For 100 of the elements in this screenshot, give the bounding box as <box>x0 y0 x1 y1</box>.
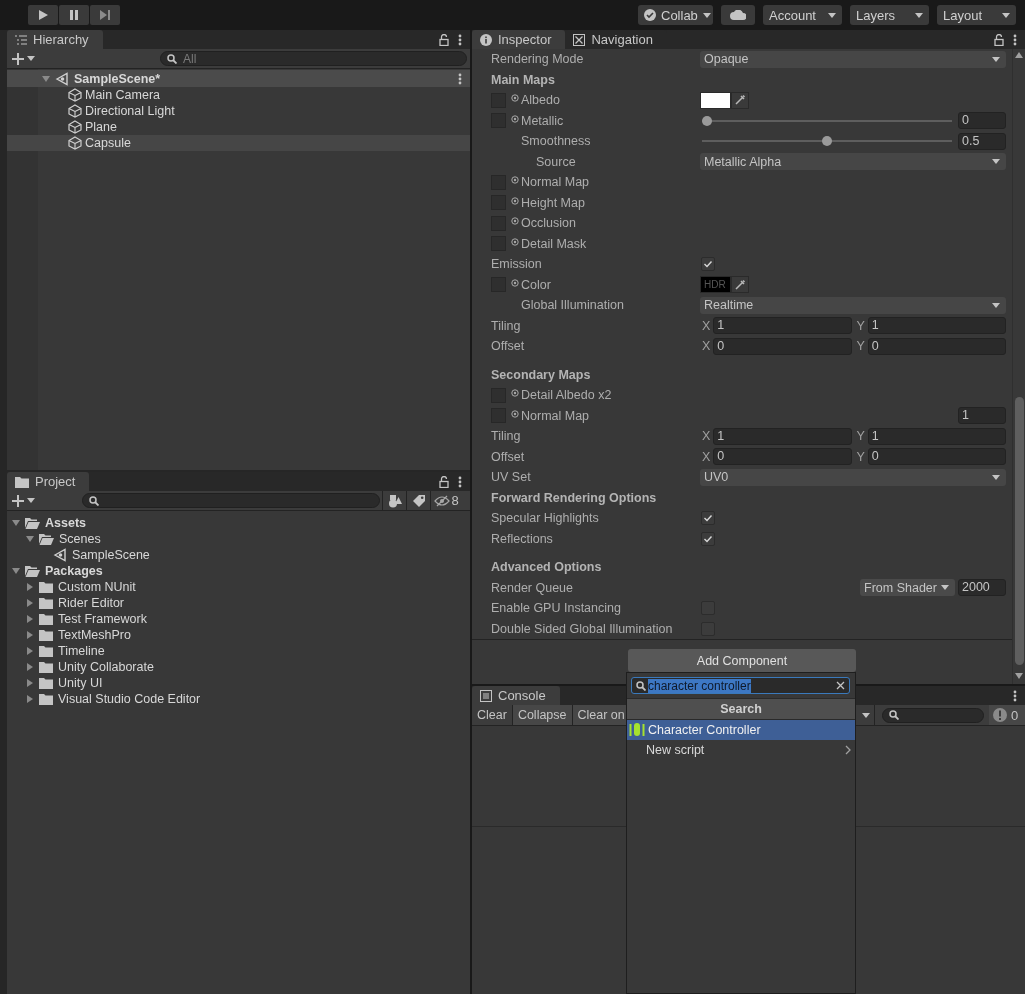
number-field[interactable]: 1 <box>867 317 1006 335</box>
scrollbar[interactable] <box>1012 49 1025 684</box>
step-button[interactable] <box>90 5 120 25</box>
number-field[interactable]: 1 <box>713 317 852 335</box>
panel-tab[interactable]: Inspector <box>472 30 566 49</box>
panel-tab[interactable]: Project <box>7 472 90 491</box>
toolbar-dropdown[interactable]: Layers <box>850 5 929 25</box>
dropdown[interactable]: Opaque <box>700 50 1006 68</box>
number-field[interactable]: 0.5 <box>958 132 1006 150</box>
toolbar-dropdown[interactable]: Account <box>763 5 842 25</box>
search-field[interactable]: character controller <box>631 677 850 694</box>
object-picker-icon[interactable] <box>511 409 519 418</box>
panel-tab[interactable]: Hierarchy <box>7 30 103 49</box>
dropdown[interactable]: Realtime <box>700 296 1006 314</box>
tree-item[interactable]: Timeline <box>7 643 470 659</box>
number-field[interactable]: 1 <box>958 407 1006 425</box>
more-icon[interactable] <box>458 33 462 46</box>
expand-arrow[interactable] <box>26 535 34 543</box>
more-icon[interactable] <box>1013 33 1017 46</box>
toggle-button[interactable]: Collapse <box>512 705 573 725</box>
lock-icon[interactable] <box>439 33 449 46</box>
expand-arrow[interactable] <box>42 74 50 83</box>
expand-arrow[interactable] <box>26 695 34 703</box>
object-picker-icon[interactable] <box>511 389 519 398</box>
collab-button[interactable]: Collab <box>638 5 713 25</box>
more-icon[interactable] <box>458 475 462 488</box>
cloud-button[interactable] <box>721 5 755 25</box>
number-field[interactable]: 0 <box>713 337 852 355</box>
plus-icon <box>12 494 24 507</box>
number-field[interactable]: 1 <box>867 427 1006 445</box>
tree-item[interactable]: Custom NUnit <box>7 579 470 595</box>
clear-icon[interactable] <box>836 681 845 690</box>
tree-item[interactable]: Unity Collaborate <box>7 659 470 675</box>
hierarchy-item[interactable]: Directional Light <box>7 103 470 119</box>
pause-button[interactable] <box>59 5 89 25</box>
expand-arrow[interactable] <box>26 583 34 591</box>
eyedropper-button[interactable] <box>731 91 749 109</box>
object-picker-icon[interactable] <box>511 94 519 103</box>
tree-item[interactable]: Assets <box>7 515 470 531</box>
play-button[interactable] <box>28 5 58 25</box>
menu-item[interactable]: Character Controller <box>627 720 855 740</box>
toolbar-dropdown[interactable]: Layout <box>937 5 1016 25</box>
number-field[interactable]: 0 <box>713 448 852 466</box>
object-picker-icon[interactable] <box>511 176 519 185</box>
number-field[interactable]: 1 <box>713 427 852 445</box>
checkbox[interactable] <box>701 257 715 272</box>
expand-arrow[interactable] <box>26 647 34 655</box>
expand-arrow[interactable] <box>26 663 34 671</box>
tree-item[interactable]: Packages <box>7 563 470 579</box>
hierarchy-item[interactable]: Capsule <box>7 135 470 151</box>
tree-item[interactable]: SampleScene <box>7 547 470 563</box>
number-field[interactable]: 0 <box>867 337 1006 355</box>
tree-item[interactable]: Rider Editor <box>7 595 470 611</box>
tree-item[interactable]: Test Framework <box>7 611 470 627</box>
panel-tab[interactable]: Console <box>472 686 560 705</box>
search-field[interactable] <box>882 707 984 723</box>
expand-arrow[interactable] <box>26 615 34 623</box>
object-picker-icon[interactable] <box>511 217 519 226</box>
more-icon[interactable] <box>458 72 462 85</box>
error-count-toggle[interactable]: 0 <box>989 705 1025 725</box>
menu-item[interactable]: New script <box>627 740 855 760</box>
tree-item[interactable]: Visual Studio Code Editor <box>7 691 470 707</box>
expand-arrow[interactable] <box>26 599 34 607</box>
slider-thumb[interactable] <box>822 136 832 147</box>
number-field[interactable]: 0 <box>867 448 1006 466</box>
add-component-button[interactable]: Add Component <box>628 649 856 672</box>
object-picker-icon[interactable] <box>511 114 519 123</box>
number-field[interactable]: 0 <box>958 112 1006 130</box>
slider[interactable] <box>702 114 952 127</box>
dropdown[interactable]: UV0 <box>700 468 1006 486</box>
tree-item[interactable]: Unity UI <box>7 675 470 691</box>
scene-row[interactable]: SampleScene* <box>7 70 470 87</box>
hierarchy-item[interactable]: Plane <box>7 119 470 135</box>
search-field[interactable] <box>82 493 380 508</box>
expand-arrow[interactable] <box>26 679 34 687</box>
tree-item[interactable]: Scenes <box>7 531 470 547</box>
scroll-up-icon[interactable] <box>1015 52 1023 58</box>
dropdown[interactable]: From Shader <box>860 579 955 597</box>
lock-icon[interactable] <box>994 33 1004 46</box>
tree-item[interactable]: TextMeshPro <box>7 627 470 643</box>
lock-icon[interactable] <box>439 475 449 488</box>
expand-arrow[interactable] <box>26 631 34 639</box>
checkbox[interactable] <box>701 511 715 526</box>
object-picker-icon[interactable] <box>511 237 519 246</box>
expand-arrow[interactable] <box>12 519 20 527</box>
more-icon[interactable] <box>1013 689 1017 702</box>
checkbox[interactable] <box>701 531 715 546</box>
dropdown[interactable]: Metallic Alpha <box>700 153 1006 171</box>
scroll-down-icon[interactable] <box>1015 673 1023 679</box>
hidden-packages-button[interactable]: 8 <box>430 491 462 510</box>
scrollbar-thumb[interactable] <box>1014 397 1024 665</box>
slider-thumb[interactable] <box>702 115 712 126</box>
object-picker-icon[interactable] <box>511 278 519 287</box>
expand-arrow[interactable] <box>12 567 20 575</box>
hierarchy-item[interactable]: Main Camera <box>7 87 470 103</box>
eyedropper-button[interactable] <box>731 276 749 294</box>
number-field[interactable]: 2000 <box>958 579 1006 597</box>
slider[interactable] <box>702 135 952 148</box>
color-field[interactable] <box>700 91 731 109</box>
object-picker-icon[interactable] <box>511 196 519 205</box>
